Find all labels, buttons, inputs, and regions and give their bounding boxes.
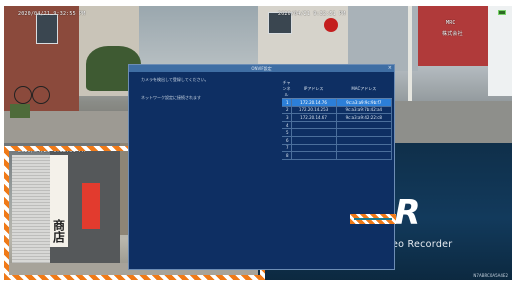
- table-row[interactable]: 8: [282, 151, 393, 160]
- close-icon[interactable]: ×: [388, 65, 392, 72]
- camera-timestamp: 2020/04/21 9:32:55 PM: [18, 11, 86, 17]
- onvif-dialog: ONVIF設定 × カメラを検出して登録してください。 ネットワーク設定に接続さ…: [128, 64, 395, 270]
- store-sign-text: MRC: [446, 20, 456, 26]
- camera-timestamp: 2020/04/21 9:32:51 PM: [278, 11, 346, 17]
- column-header: チャンネル: [282, 80, 291, 99]
- dialog-message: ネットワーク設定に接続されます: [141, 95, 201, 100]
- building: [488, 6, 512, 96]
- bicycle-wheel: [14, 86, 32, 104]
- table-cell-ip: 172.20.14.67: [290, 113, 337, 122]
- nvr-serial: N7ABRC0A5A4E2: [473, 273, 508, 278]
- table-cell-ip: 172.20.14.253: [290, 105, 337, 115]
- table-cell-no: 6: [282, 135, 292, 145]
- bicycle-wheel: [32, 86, 50, 104]
- table-row[interactable]: 3 172.20.14.67 9c:a3:a9:42:22:c8: [282, 113, 393, 122]
- table-row[interactable]: 6: [282, 135, 393, 145]
- table-row[interactable]: 7: [282, 143, 393, 153]
- plant: [10, 104, 30, 118]
- table-cell-no: 3: [282, 113, 292, 122]
- table-cell-ip: [290, 151, 337, 160]
- status-icon: [498, 10, 506, 15]
- table-cell-ip: [290, 120, 337, 130]
- table-cell-mac: 9c:a3:a9:42:22:c8: [335, 113, 393, 122]
- stop-sign: [324, 18, 338, 32]
- table-cell-no: 7: [282, 143, 292, 153]
- table-cell-mac: [335, 143, 393, 153]
- window: [36, 14, 58, 44]
- store-sign-text: 株式会社: [442, 31, 463, 37]
- table-cell-no: 2: [282, 105, 292, 115]
- camera-list-table: チャンネル IPアドレス MACアドレス 1 172.20.14.76 9c:a3:…: [282, 80, 393, 160]
- column-header: MACアドレス: [336, 80, 392, 99]
- table-row[interactable]: 1 172.20.14.76 9c:a3:a9:9c:9b:f7: [282, 98, 393, 107]
- table-cell-no: 8: [282, 151, 292, 160]
- table-row[interactable]: 5: [282, 128, 393, 137]
- table-cell-mac: 9c:a3:a9:7b:42:a4: [335, 105, 393, 115]
- table-cell-mac: 9c:a3:a9:9c:9b:f7: [335, 98, 393, 107]
- table-cell-mac: [335, 135, 393, 145]
- table-cell-ip: [290, 143, 337, 153]
- table-cell-mac: [335, 128, 393, 137]
- table-cell-mac: [335, 151, 393, 160]
- dialog-title: ONVIF設定: [129, 65, 394, 72]
- table-cell-ip: [290, 128, 337, 137]
- table-cell-no: 5: [282, 128, 292, 137]
- table-cell-mac: [335, 120, 393, 130]
- table-cell-no: 4: [282, 120, 292, 130]
- highlighted-button[interactable]: [350, 214, 396, 224]
- table-cell-ip: 172.20.14.76: [290, 98, 337, 107]
- column-header: IPアドレス: [291, 80, 337, 99]
- table-row[interactable]: 4: [282, 120, 393, 130]
- table-row[interactable]: 2 172.20.14.253 9c:a3:a9:7b:42:a4: [282, 105, 393, 115]
- dialog-message: カメラを検出して登録してください。: [141, 77, 209, 82]
- table-cell-no: 1: [282, 98, 292, 107]
- table-cell-ip: [290, 135, 337, 145]
